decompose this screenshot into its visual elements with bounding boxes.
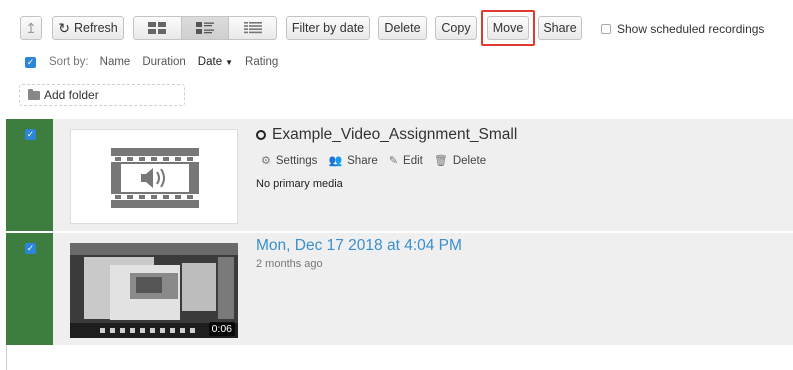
view-mode-group — [133, 16, 278, 40]
session-row[interactable]: ✓ Example_Video_Assignment_Small ⚙ Setti… — [6, 119, 793, 231]
up-arrow-icon: ↥ — [25, 20, 37, 36]
sort-option-rating[interactable]: Rating — [245, 56, 278, 68]
add-folder-button[interactable]: Add folder — [19, 84, 185, 106]
media-status: No primary media — [256, 178, 343, 190]
share-label: Share — [347, 154, 378, 167]
folder-icon — [28, 88, 40, 100]
refresh-label: Refresh — [73, 20, 118, 35]
caret-down-icon: ▼ — [225, 58, 234, 67]
sort-bar: ✓ Sort by: Name Duration Date ▼ Rating — [0, 52, 793, 72]
select-all-checkbox[interactable]: ✓ — [25, 56, 36, 68]
session-thumbnail[interactable]: 0:06 — [70, 243, 238, 338]
gear-icon: ⚙ — [261, 155, 271, 167]
scheduled-recordings-toggle[interactable]: Show scheduled recordings — [601, 22, 764, 36]
copy-button[interactable]: Copy — [435, 16, 477, 40]
detail-list-icon — [196, 22, 214, 34]
row-checkbox[interactable]: ✓ — [25, 129, 36, 140]
delete-action[interactable]: 🗑 Delete — [433, 154, 487, 168]
people-icon: 👥 — [328, 155, 343, 167]
delete-label: Delete — [452, 154, 487, 167]
settings-label: Settings — [275, 154, 318, 167]
session-actions: ⚙ Settings 👥 Share ✎ Edit 🗑 Delete — [261, 154, 497, 168]
sort-option-duration[interactable]: Duration — [142, 56, 185, 68]
session-title-text: Example_Video_Assignment_Small — [272, 126, 518, 143]
status-ring-icon — [256, 130, 266, 140]
thumbnail-view-button[interactable] — [133, 16, 182, 40]
sort-label: Sort by: — [49, 56, 89, 68]
session-row[interactable]: ✓ 0:06 Mon, Dec 17 2018 at 4:04 PM 2 mon… — [6, 233, 793, 345]
filter-by-date-button[interactable]: Filter by date — [286, 16, 370, 40]
refresh-icon: ↻ — [58, 20, 70, 36]
scheduled-label: Show scheduled recordings — [617, 22, 765, 36]
up-folder-button[interactable]: ↥ — [20, 16, 42, 40]
delete-button[interactable]: Delete — [378, 16, 427, 40]
add-folder-label: Add folder — [44, 88, 99, 102]
duration-badge: 0:06 — [208, 322, 235, 336]
row-checkbox[interactable]: ✓ — [25, 243, 36, 254]
move-highlight-box — [481, 10, 535, 46]
edit-action[interactable]: ✎ Edit — [388, 154, 423, 168]
scheduled-checkbox[interactable] — [601, 24, 611, 34]
audio-film-icon — [111, 148, 199, 208]
sort-option-date[interactable]: Date ▼ — [198, 56, 233, 68]
divider — [6, 345, 7, 370]
share-action[interactable]: 👥 Share — [328, 154, 378, 168]
sort-option-name[interactable]: Name — [100, 56, 131, 68]
list-view-button[interactable] — [229, 16, 278, 40]
row-selection-bar: ✓ — [6, 119, 53, 231]
session-age: 2 months ago — [256, 258, 323, 270]
compact-list-icon — [243, 22, 262, 34]
session-title-link[interactable]: Mon, Dec 17 2018 at 4:04 PM — [256, 237, 462, 255]
sort-option-date-label: Date — [197, 56, 223, 68]
session-thumbnail[interactable] — [70, 129, 238, 224]
grid-view-icon — [148, 22, 167, 34]
detail-view-button[interactable] — [181, 16, 230, 40]
row-selection-bar: ✓ — [6, 233, 53, 345]
session-title[interactable]: Example_Video_Assignment_Small — [256, 126, 517, 144]
pencil-icon: ✎ — [388, 155, 399, 167]
toolbar: ↥ ↻ Refresh Filter by date Delete Copy M… — [0, 10, 793, 46]
trash-icon: 🗑 — [433, 155, 448, 167]
share-button[interactable]: Share — [538, 16, 582, 40]
edit-label: Edit — [403, 154, 423, 167]
settings-action[interactable]: ⚙ Settings — [261, 154, 318, 168]
refresh-button[interactable]: ↻ Refresh — [52, 16, 124, 40]
